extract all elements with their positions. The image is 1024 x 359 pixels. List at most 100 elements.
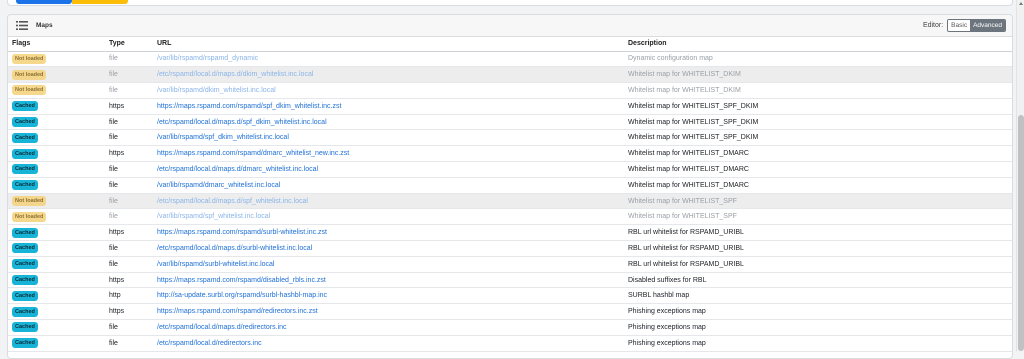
type-cell: http	[105, 287, 153, 305]
description-cell: Whitelist map for WHITELIST_SPF	[624, 193, 1012, 210]
url-link[interactable]: https://maps.rspamd.com/rspamd/surbl-whi…	[153, 224, 624, 242]
description-cell: RBL url whitelist for RSPAMD_URIBL	[624, 224, 1012, 242]
table-row[interactable]: Cached file/var/lib/rspamd/surbl-whitelis…	[8, 256, 1012, 273]
type-cell: https	[105, 98, 153, 115]
top-card	[7, 0, 1013, 6]
flag-cell: Cached	[8, 335, 105, 352]
table-row[interactable]: Cached http http://sa-update.surbl.org/rsp…	[8, 287, 1012, 305]
description-cell: Disabled suffixes for RBL	[624, 272, 1012, 289]
table-row[interactable]: Cached https https://maps.rspamd.com/rspam…	[8, 145, 1012, 163]
table-row[interactable]: Cached https https://maps.rspamd.com/rspam…	[8, 224, 1012, 242]
column-header-description[interactable]: Description	[624, 37, 1012, 52]
description-cell: Phishing exceptions map	[624, 319, 1012, 336]
column-header-url[interactable]: URL	[153, 37, 624, 52]
description-cell: Dynamic configuration map	[624, 51, 1012, 68]
table-row[interactable]: Not loaded file/etc/rspamd/local.d/maps.d…	[8, 193, 1012, 210]
table-row[interactable]: Cached https https://maps.rspamd.com/rspam…	[8, 303, 1012, 321]
url-link[interactable]: https://maps.rspamd.com/rspamd/spf_dkim_…	[153, 98, 624, 115]
status-badge: Not loaded	[12, 53, 47, 64]
status-badge: Not loaded	[12, 211, 47, 222]
type-cell: file	[105, 240, 153, 257]
table-row[interactable]: Cached file/etc/rspamd/local.d/maps.d/red…	[8, 319, 1012, 336]
url-link[interactable]: /etc/rspamd/local.d/maps.d/dkim_whitelis…	[153, 66, 624, 84]
url-link[interactable]: /etc/rspamd/local.d/maps.d/spf_dkim_whit…	[153, 114, 624, 131]
url-link[interactable]: /var/lib/rspamd/spf_dkim_whitelist.inc.l…	[153, 129, 624, 147]
flag-cell: Cached	[8, 303, 105, 321]
table-row[interactable]: Cached https https://maps.rspamd.com/rspam…	[8, 272, 1012, 289]
table-row[interactable]: Cached https https://maps.rspamd.com/rspam…	[8, 98, 1012, 115]
url-link[interactable]: https://maps.rspamd.com/rspamd/redirecto…	[153, 303, 624, 321]
status-badge: Cached	[12, 227, 38, 238]
type-cell: file	[105, 208, 153, 226]
url-link[interactable]: https://maps.rspamd.com/rspamd/disabled_…	[153, 272, 624, 289]
table-row[interactable]: Cached file/etc/rspamd/local.d/maps.d/spf…	[8, 114, 1012, 131]
type-cell: file	[105, 177, 153, 194]
description-cell: Whitelist map for WHITELIST_SPF	[624, 208, 1012, 226]
url-link[interactable]: https://maps.rspamd.com/rspamd/dmarc_whi…	[153, 145, 624, 163]
editor-mode-control: Editor: Basic Advanced	[923, 19, 1006, 32]
type-cell: file	[105, 161, 153, 178]
flag-cell: Not loaded	[8, 66, 105, 84]
column-header-type[interactable]: Type	[105, 37, 153, 52]
top-toolbar-strip	[0, 0, 1024, 10]
url-link[interactable]: /etc/rspamd/local.d/maps.d/redirectors.i…	[153, 319, 624, 336]
description-cell: Whitelist map for WHITELIST_DMARC	[624, 161, 1012, 178]
status-badge: Not loaded	[12, 85, 47, 96]
column-header-flags[interactable]: Flags	[8, 37, 105, 52]
table-row[interactable]: Cached file/etc/rspamd/local.d/redirector…	[8, 335, 1012, 352]
description-cell: RBL url whitelist for RSPAMD_URIBL	[624, 256, 1012, 273]
scrollbar-thumb[interactable]	[1018, 115, 1024, 351]
description-cell: Whitelist map for WHITELIST_DMARC	[624, 177, 1012, 194]
type-cell: https	[105, 272, 153, 289]
table-row[interactable]: Cached file/var/lib/rspamd/dmarc_whitelis…	[8, 177, 1012, 194]
description-cell: RBL url whitelist for RSPAMD_URIBL	[624, 240, 1012, 257]
table-row[interactable]: Not loaded file/etc/rspamd/local.d/maps.d…	[8, 66, 1012, 84]
url-link[interactable]: /var/lib/rspamd/dkim_whitelist.inc.local	[153, 82, 624, 99]
type-cell: file	[105, 129, 153, 147]
type-cell: file	[105, 51, 153, 68]
status-badge: Cached	[12, 117, 38, 128]
table-row[interactable]: Not loaded file/var/lib/rspamd/spf_whitel…	[8, 208, 1012, 226]
url-link[interactable]: /etc/rspamd/local.d/maps.d/spf_whitelist…	[153, 193, 624, 210]
page-scrollbar[interactable]	[1016, 0, 1024, 351]
url-link[interactable]: /etc/rspamd/local.d/maps.d/surbl-whiteli…	[153, 240, 624, 257]
scroll-up-arrow-icon[interactable]	[1019, 2, 1023, 5]
flag-cell: Not loaded	[8, 208, 105, 226]
url-link[interactable]: /var/lib/rspamd/rspamd_dynamic	[153, 51, 624, 68]
table-row[interactable]: Not loaded file/var/lib/rspamd/dkim_white…	[8, 82, 1012, 99]
description-cell: Whitelist map for WHITELIST_DMARC	[624, 145, 1012, 163]
type-cell: file	[105, 319, 153, 336]
list-icon	[16, 21, 28, 30]
status-badge: Cached	[12, 290, 38, 301]
flag-cell: Cached	[8, 240, 105, 257]
flag-cell: Not loaded	[8, 51, 105, 68]
editor-advanced-button[interactable]: Advanced	[970, 20, 1005, 31]
url-link[interactable]: /etc/rspamd/local.d/redirectors.inc	[153, 335, 624, 352]
status-badge: Cached	[12, 101, 38, 112]
status-badge: Cached	[12, 275, 38, 286]
flag-cell: Cached	[8, 272, 105, 289]
flag-cell: Cached	[8, 177, 105, 194]
status-badge: Cached	[12, 259, 38, 270]
status-badge: Cached	[12, 132, 38, 143]
status-badge: Cached	[12, 164, 38, 175]
description-cell: Phishing exceptions map	[624, 303, 1012, 321]
url-link[interactable]: /var/lib/rspamd/dmarc_whitelist.inc.loca…	[153, 177, 624, 194]
table-row[interactable]: Cached file/var/lib/rspamd/spf_dkim_white…	[8, 129, 1012, 147]
status-badge: Cached	[12, 322, 38, 333]
maps-table: Flags Type URL Description Not loaded fil…	[8, 37, 1012, 352]
type-cell: https	[105, 145, 153, 163]
url-link[interactable]: /etc/rspamd/local.d/maps.d/dmarc_whiteli…	[153, 161, 624, 178]
card-title: Maps	[36, 22, 53, 29]
warning-button[interactable]	[72, 0, 128, 4]
table-row[interactable]: Cached file/etc/rspamd/local.d/maps.d/sur…	[8, 240, 1012, 257]
url-link[interactable]: http://sa-update.surbl.org/rspamd/surbl-…	[153, 287, 624, 305]
url-link[interactable]: /var/lib/rspamd/surbl-whitelist.inc.loca…	[153, 256, 624, 273]
flag-cell: Cached	[8, 129, 105, 147]
table-row[interactable]: Cached file/etc/rspamd/local.d/maps.d/dma…	[8, 161, 1012, 178]
url-link[interactable]: /var/lib/rspamd/spf_whitelist.inc.local	[153, 208, 624, 226]
type-cell: file	[105, 256, 153, 273]
editor-basic-button[interactable]: Basic	[948, 20, 971, 31]
table-row[interactable]: Not loaded file/var/lib/rspamd/rspamd_dyn…	[8, 51, 1012, 68]
primary-button[interactable]	[16, 0, 72, 4]
